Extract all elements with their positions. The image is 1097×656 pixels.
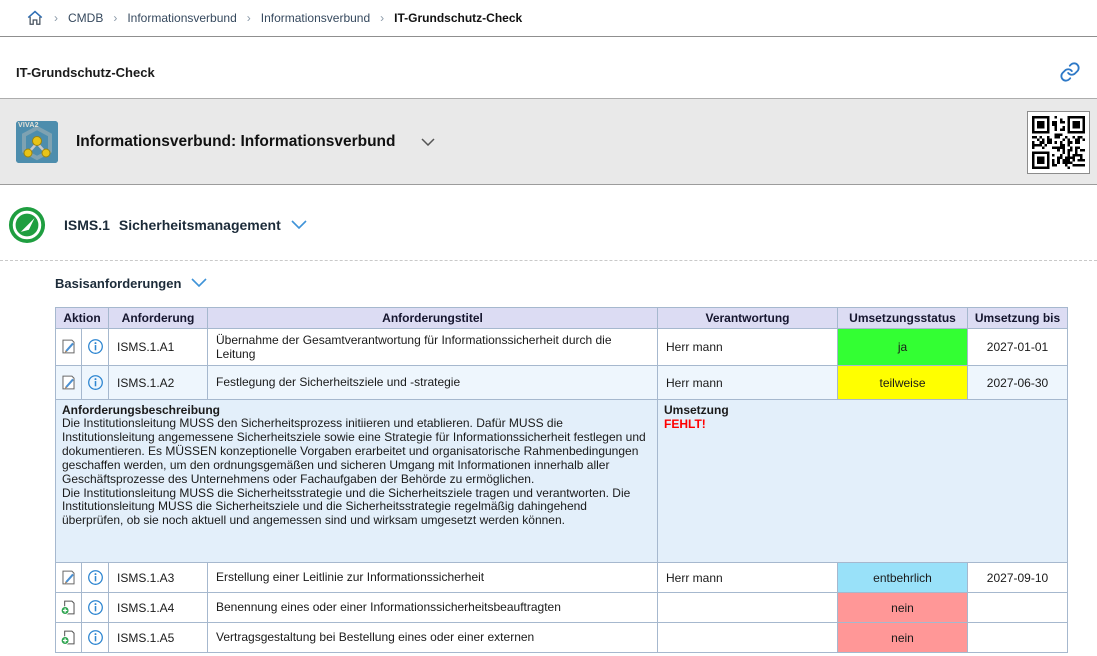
table-row: ISMS.1.A1 Übernahme der Gesamtverantwort…	[56, 329, 1068, 366]
info-icon[interactable]	[86, 338, 104, 356]
breadcrumb-separator: ›	[380, 11, 384, 25]
status-cell: nein	[838, 593, 968, 623]
table-header-row: Aktion Anforderung Anforderungstitel Ver…	[56, 308, 1068, 329]
due-date	[968, 593, 1068, 623]
requirement-description-row: Anforderungsbeschreibung Die Institution…	[56, 400, 1068, 563]
isms-section-header: ISMS.1 Sicherheitsmanagement	[8, 206, 1097, 244]
requirement-id: ISMS.1.A1	[109, 329, 208, 366]
requirement-responsible	[658, 623, 838, 653]
due-date: 2027-06-30	[968, 366, 1068, 400]
table-row: ISMS.1.A4 Benennung eines oder einer Inf…	[56, 593, 1068, 623]
object-icon-label: VIVA2	[18, 122, 39, 129]
edit-document-icon[interactable]	[60, 374, 78, 392]
requirement-responsible: Herr mann	[658, 563, 838, 593]
object-banner: VIVA2 Informationsverbund: Informationsv…	[0, 98, 1097, 185]
requirement-id: ISMS.1.A5	[109, 623, 208, 653]
breadcrumb-informationsverbund-type[interactable]: Informationsverbund	[127, 11, 236, 25]
add-document-icon[interactable]	[60, 629, 78, 647]
table-row: ISMS.1.A5 Vertragsgestaltung bei Bestell…	[56, 623, 1068, 653]
info-icon[interactable]	[86, 599, 104, 617]
breadcrumb-informationsverbund-object[interactable]: Informationsverbund	[261, 11, 370, 25]
object-title: Informationsverbund: Informationsverbund	[76, 133, 395, 151]
breadcrumb-separator: ›	[54, 11, 58, 25]
col-header-umsetzung-bis: Umsetzung bis	[968, 308, 1068, 329]
implementation-cell: Umsetzung FEHLT!	[658, 400, 1068, 563]
requirement-description-cell: Anforderungsbeschreibung Die Institution…	[56, 400, 658, 563]
col-header-anforderung: Anforderung	[109, 308, 208, 329]
info-icon[interactable]	[86, 374, 104, 392]
status-cell: ja	[838, 329, 968, 366]
requirement-title: Übernahme der Gesamtverantwortung für In…	[208, 329, 658, 366]
requirement-title: Vertragsgestaltung bei Bestellung eines …	[208, 623, 658, 653]
status-cell: entbehrlich	[838, 563, 968, 593]
col-header-anforderungstitel: Anforderungstitel	[208, 308, 658, 329]
isms-section-id: ISMS.1	[64, 217, 110, 233]
requirements-table: Aktion Anforderung Anforderungstitel Ver…	[55, 307, 1068, 653]
requirement-id: ISMS.1.A4	[109, 593, 208, 623]
breadcrumb-cmdb[interactable]: CMDB	[68, 11, 103, 25]
implementation-missing-value: FEHLT!	[664, 417, 1061, 431]
requirement-title: Benennung eines oder einer Informationss…	[208, 593, 658, 623]
basisanforderungen-chevron-down-icon[interactable]	[191, 274, 207, 292]
col-header-verantwortung: Verantwortung	[658, 308, 838, 329]
permalink-icon[interactable]	[1059, 61, 1081, 83]
due-date	[968, 623, 1068, 653]
home-icon[interactable]	[26, 9, 44, 27]
isms-compass-icon	[8, 206, 46, 244]
breadcrumb: › CMDB › Informationsverbund › Informati…	[0, 0, 1097, 37]
informationsverbund-object-icon: VIVA2	[16, 121, 58, 163]
description-heading: Anforderungsbeschreibung	[62, 403, 651, 417]
edit-document-icon[interactable]	[60, 569, 78, 587]
status-cell: teilweise	[838, 366, 968, 400]
basisanforderungen-label: Basisanforderungen	[55, 276, 181, 291]
isms-section-name: Sicherheitsmanagement	[119, 217, 281, 233]
due-date: 2027-09-10	[968, 563, 1068, 593]
requirement-title: Festlegung der Sicherheitsziele und -str…	[208, 366, 658, 400]
info-icon[interactable]	[86, 629, 104, 647]
requirement-responsible	[658, 593, 838, 623]
qr-code	[1027, 111, 1090, 174]
implementation-heading: Umsetzung	[664, 403, 1061, 417]
requirement-title: Erstellung einer Leitlinie zur Informati…	[208, 563, 658, 593]
requirement-responsible: Herr mann	[658, 329, 838, 366]
description-paragraph: Die Institutionsleitung MUSS den Sicherh…	[62, 417, 651, 487]
object-chevron-down-icon[interactable]	[421, 133, 435, 151]
requirement-responsible: Herr mann	[658, 366, 838, 400]
breadcrumb-separator: ›	[113, 11, 117, 25]
status-cell: nein	[838, 623, 968, 653]
page-title: IT-Grundschutz-Check	[16, 65, 155, 80]
basisanforderungen-header: Basisanforderungen	[55, 274, 1097, 292]
requirement-id: ISMS.1.A2	[109, 366, 208, 400]
requirement-id: ISMS.1.A3	[109, 563, 208, 593]
breadcrumb-separator: ›	[247, 11, 251, 25]
edit-document-icon[interactable]	[60, 338, 78, 356]
isms-section-title: ISMS.1 Sicherheitsmanagement	[64, 217, 281, 233]
col-header-umsetzungsstatus: Umsetzungsstatus	[838, 308, 968, 329]
table-row: ISMS.1.A3 Erstellung einer Leitlinie zur…	[56, 563, 1068, 593]
add-document-icon[interactable]	[60, 599, 78, 617]
description-paragraph: Die Institutionsleitung MUSS die Sicherh…	[62, 487, 651, 529]
due-date: 2027-01-01	[968, 329, 1068, 366]
dashed-separator	[0, 260, 1097, 261]
table-row: ISMS.1.A2 Festlegung der Sicherheitsziel…	[56, 366, 1068, 400]
title-bar: IT-Grundschutz-Check	[0, 37, 1097, 98]
info-icon[interactable]	[86, 569, 104, 587]
isms-chevron-down-icon[interactable]	[291, 216, 307, 234]
breadcrumb-current: IT-Grundschutz-Check	[394, 11, 522, 25]
col-header-aktion: Aktion	[56, 308, 109, 329]
